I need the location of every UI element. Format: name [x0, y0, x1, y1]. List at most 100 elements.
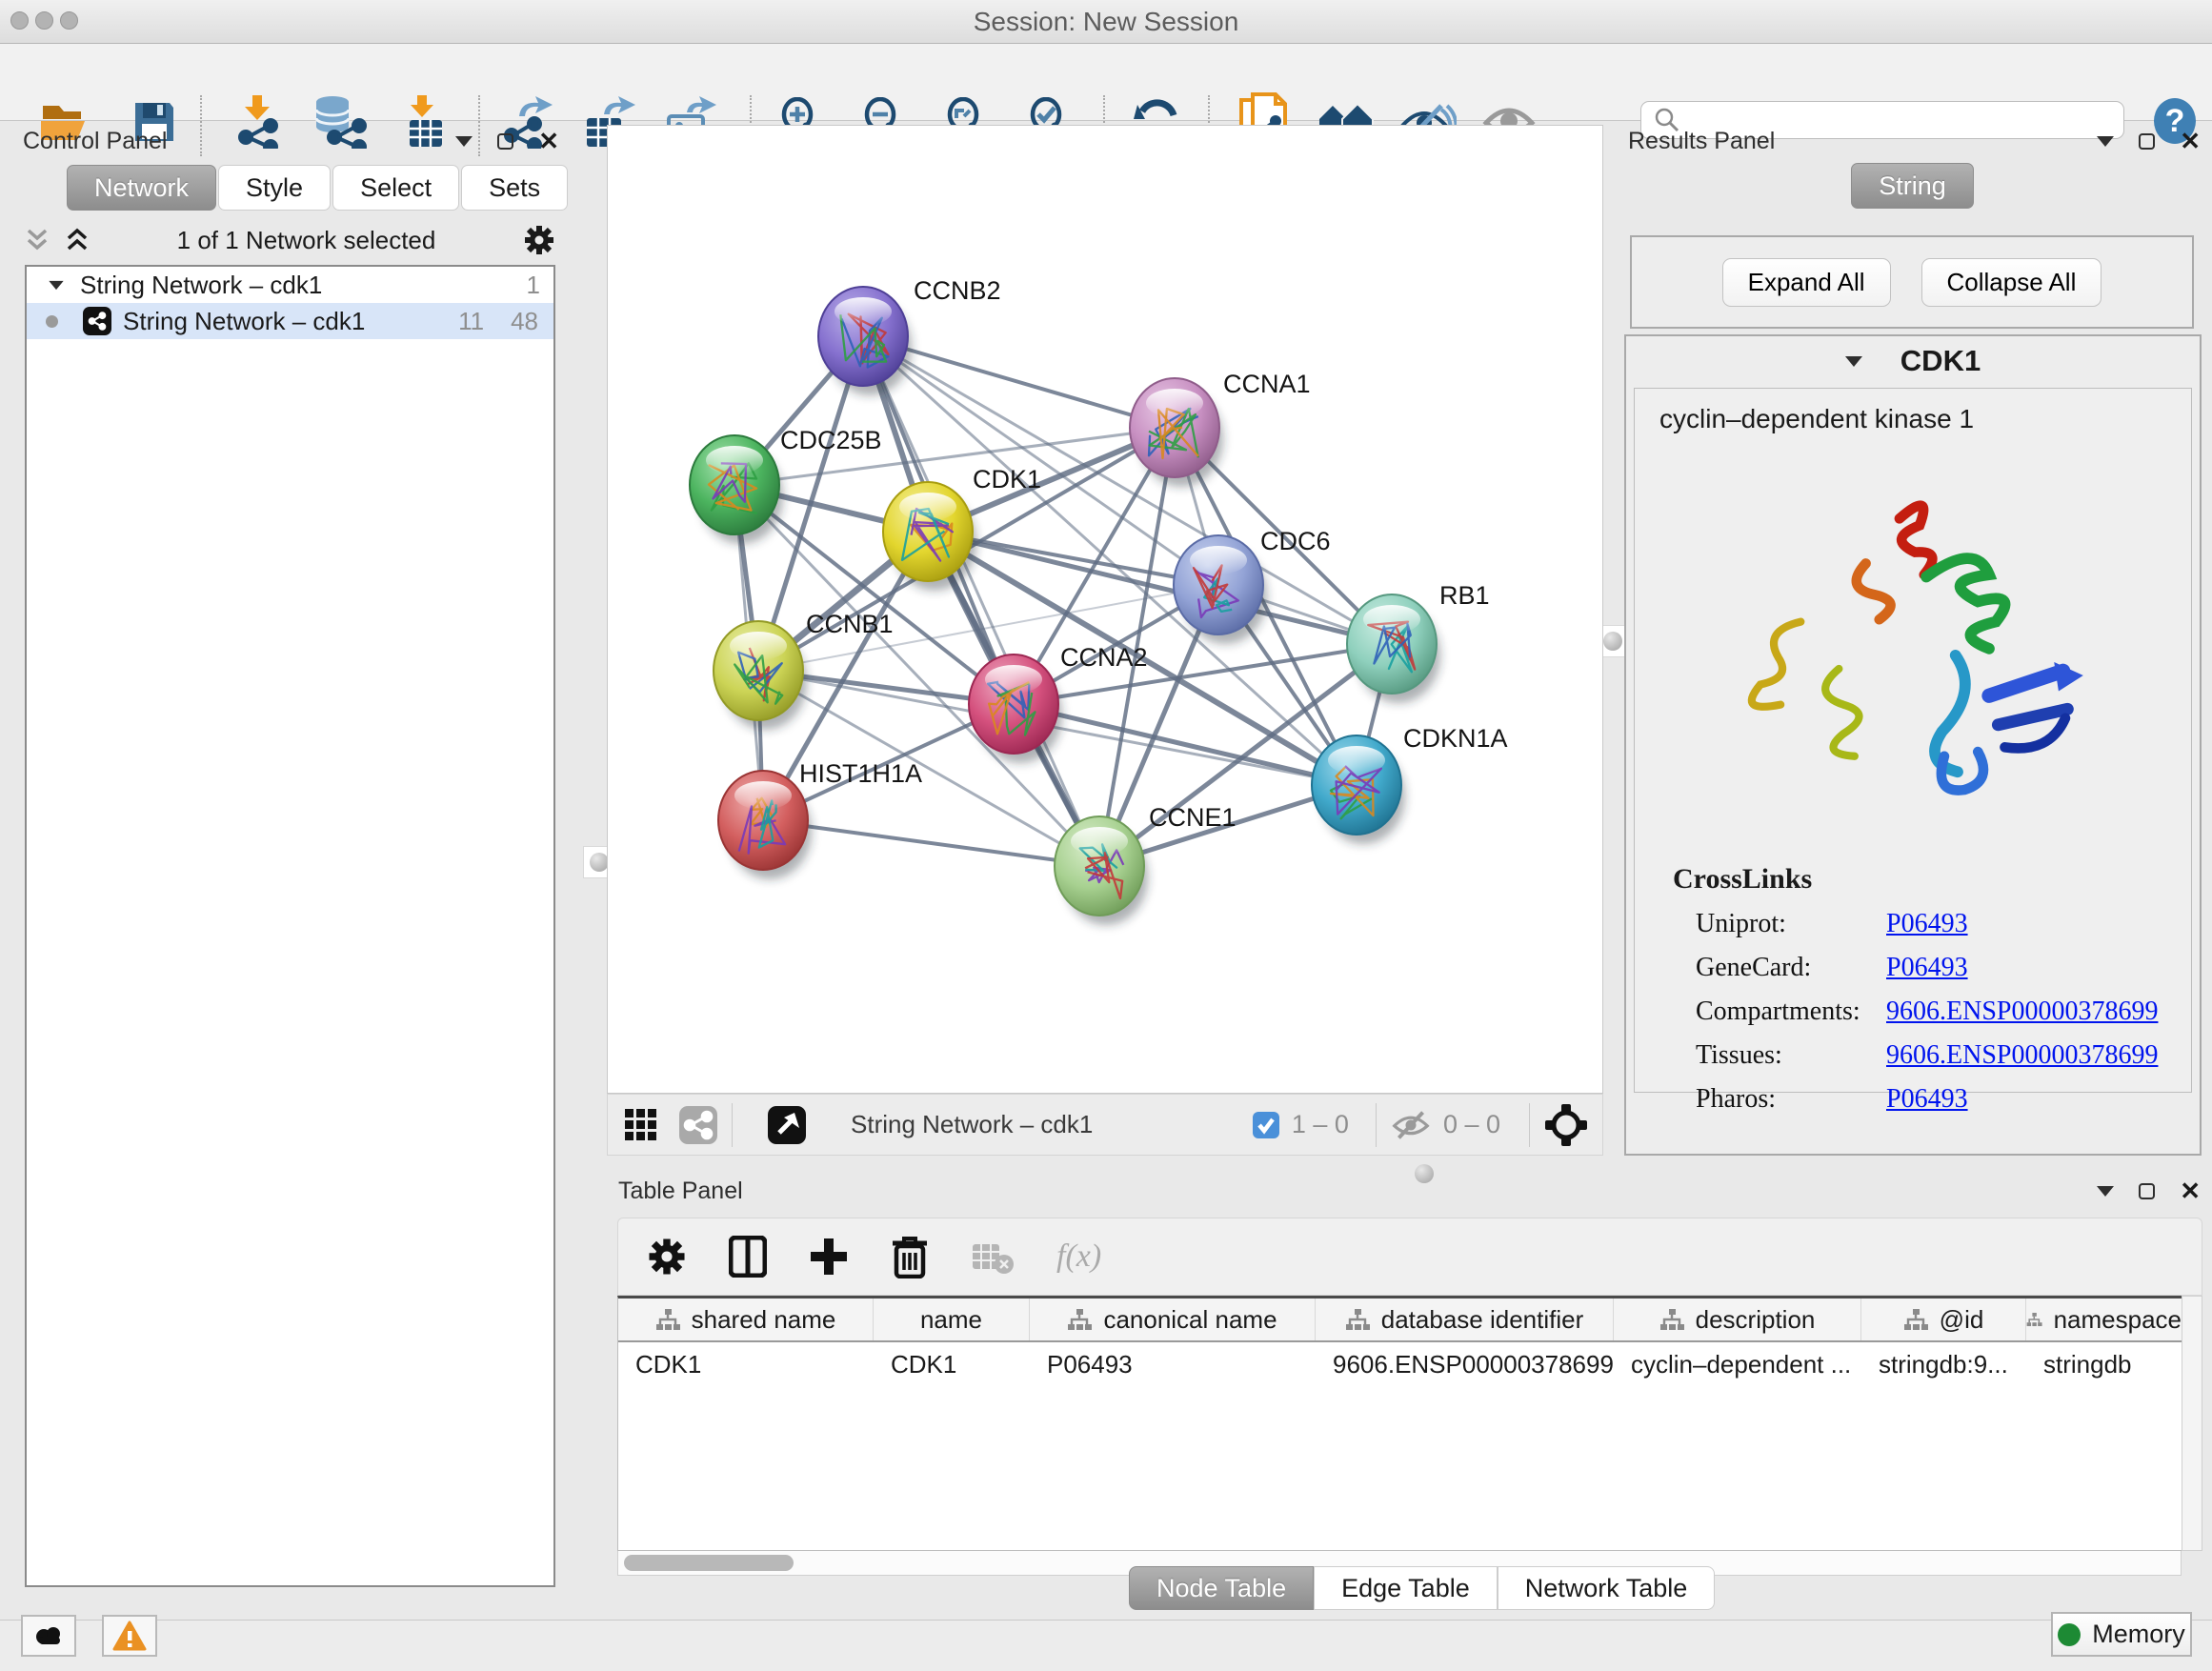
close-panel-icon[interactable]: ✕	[2180, 1183, 2201, 1199]
collapse-all-icon[interactable]	[25, 228, 50, 252]
network-edge-CCNA2-CDKN1A[interactable]	[1014, 704, 1357, 785]
crosslink-link[interactable]: P06493	[1886, 1084, 1968, 1115]
tab-network-table[interactable]: Network Table	[1498, 1566, 1716, 1610]
collapse-all-button[interactable]: Collapse All	[1921, 258, 2102, 307]
table-cell[interactable]: CDK1	[874, 1342, 1030, 1386]
network-edge-HIST1H1A-CCNE1[interactable]	[763, 820, 1099, 866]
tab-style[interactable]: Style	[218, 165, 331, 211]
column-header-shared-name[interactable]: shared name	[618, 1299, 874, 1340]
node-table: shared namenamecanonical namedatabase id…	[617, 1296, 2202, 1551]
column-source-icon	[2026, 1308, 2042, 1331]
column-header-@id[interactable]: @id	[1861, 1299, 2026, 1340]
show-columns-icon[interactable]	[729, 1236, 767, 1278]
tab-select[interactable]: Select	[332, 165, 459, 211]
window-close-button[interactable]	[10, 11, 29, 30]
column-header-name[interactable]: name	[874, 1299, 1030, 1340]
float-panel-icon[interactable]	[497, 133, 513, 150]
float-panel-icon[interactable]	[2139, 1183, 2155, 1199]
selected-checkbox-icon[interactable]	[1252, 1111, 1280, 1139]
table-cell[interactable]: 9606.ENSP00000378699	[1316, 1342, 1614, 1386]
hidden-eye-slash-icon[interactable]	[1390, 1109, 1432, 1141]
table-toolbar: f(x)	[617, 1218, 2202, 1296]
network-view-icon[interactable]	[678, 1105, 718, 1145]
fit-content-crosshair-icon[interactable]	[1543, 1102, 1589, 1148]
network-node-CCNB1[interactable]: CCNB1	[714, 610, 894, 730]
network-label: String Network – cdk1	[123, 307, 365, 336]
string-results-controls: Expand All Collapse All	[1630, 235, 2194, 329]
table-panel: Table Panel ✕	[607, 1174, 2212, 1612]
crosslink-link[interactable]: 9606.ENSP00000378699	[1886, 997, 2158, 1027]
protein-structure-image	[1722, 459, 2103, 840]
close-panel-icon[interactable]: ✕	[538, 133, 559, 150]
tab-node-table[interactable]: Node Table	[1129, 1566, 1314, 1610]
window-zoom-button[interactable]	[60, 11, 78, 30]
table-cell[interactable]: CDK1	[618, 1342, 874, 1386]
collapse-panel-icon[interactable]	[455, 136, 473, 147]
scrollbar-thumb[interactable]	[624, 1555, 794, 1571]
table-cell[interactable]: P06493	[1030, 1342, 1316, 1386]
network-node-RB1[interactable]: RB1	[1347, 581, 1490, 703]
column-source-icon	[655, 1308, 680, 1331]
network-view-title: String Network – cdk1	[851, 1110, 1093, 1139]
node-label-CCNB2: CCNB2	[914, 276, 1001, 305]
protein-collapse-icon[interactable]	[1845, 356, 1862, 367]
open-in-window-icon[interactable]	[767, 1105, 807, 1145]
network-node-CDK1[interactable]: CDK1	[883, 465, 1041, 591]
network-node-CCNA1[interactable]: CCNA1	[1130, 370, 1311, 487]
toolbar-separator	[732, 1103, 733, 1147]
table-cell[interactable]: stringdb	[2026, 1342, 2182, 1386]
column-header-description[interactable]: description	[1614, 1299, 1861, 1340]
crosslink-link[interactable]: P06493	[1886, 953, 1968, 983]
expand-all-icon[interactable]	[65, 228, 90, 252]
close-panel-icon[interactable]: ✕	[2180, 133, 2201, 150]
table-cell[interactable]: stringdb:9...	[1861, 1342, 2026, 1386]
tab-string[interactable]: String	[1851, 163, 1974, 209]
network-node-CCNE1[interactable]: CCNE1	[1055, 803, 1237, 925]
crosslink-label: Compartments:	[1696, 997, 1886, 1027]
table-row[interactable]: CDK1CDK1P064939606.ENSP00000378699cyclin…	[618, 1342, 2202, 1386]
float-panel-icon[interactable]	[2139, 133, 2155, 150]
cloud-status-button[interactable]	[21, 1615, 76, 1657]
network-node-CDKN1A[interactable]: CDKN1A	[1312, 724, 1508, 844]
warning-icon	[112, 1621, 147, 1651]
warnings-button[interactable]	[102, 1615, 157, 1657]
crosslinks-list: Uniprot:P06493GeneCard:P06493Compartment…	[1635, 909, 2191, 1115]
collection-count: 1	[527, 271, 540, 300]
protein-details: cyclin–dependent kinase 1 CrossLinks	[1634, 388, 2192, 1093]
crosslink-link[interactable]: 9606.ENSP00000378699	[1886, 1040, 2158, 1071]
crosslink-link[interactable]: P06493	[1886, 909, 1968, 939]
network-canvas[interactable]: CCNB2CCNA1CDC25BCDK1CDC6RB1CCNB1CCNA2CDK…	[607, 125, 1603, 1094]
crosslink-row: Compartments:9606.ENSP00000378699	[1696, 997, 2191, 1027]
network-node-CDC6[interactable]: CDC6	[1174, 527, 1331, 644]
memory-button[interactable]: Memory	[2051, 1612, 2192, 1657]
node-label-HIST1H1A: HIST1H1A	[799, 759, 922, 788]
delete-column-trash-icon[interactable]	[891, 1235, 929, 1278]
column-header-canonical-name[interactable]: canonical name	[1030, 1299, 1316, 1340]
network-collection-row[interactable]: String Network – cdk1 1	[27, 267, 553, 303]
network-tree: String Network – cdk1 1 String Network –…	[25, 265, 555, 1587]
control-panel: Control Panel ✕ NetworkStyleSelectSets 1…	[11, 124, 569, 1612]
control-panel-tabs: NetworkStyleSelectSets	[67, 165, 569, 211]
tab-edge-table[interactable]: Edge Table	[1314, 1566, 1498, 1610]
create-column-plus-icon[interactable]	[809, 1237, 849, 1277]
network-row-selected[interactable]: String Network – cdk1 11 48	[27, 303, 553, 339]
memory-status-dot-icon	[2058, 1623, 2081, 1646]
tab-network[interactable]: Network	[67, 165, 216, 211]
window-minimize-button[interactable]	[35, 11, 53, 30]
crosslink-label: Uniprot:	[1696, 909, 1886, 939]
table-settings-gear-icon[interactable]	[647, 1237, 687, 1277]
table-vertical-scrollbar[interactable]	[2182, 1296, 2202, 1551]
expand-all-button[interactable]: Expand All	[1722, 258, 1891, 307]
collapse-panel-icon[interactable]	[2097, 1186, 2114, 1197]
collapse-panel-icon[interactable]	[2097, 136, 2114, 147]
network-options-gear-icon[interactable]	[523, 224, 555, 256]
tab-sets[interactable]: Sets	[461, 165, 568, 211]
selected-counter: 1 – 0	[1292, 1110, 1349, 1139]
grid-view-icon[interactable]	[623, 1107, 659, 1143]
tree-expand-icon[interactable]	[49, 280, 63, 289]
column-header-database-identifier[interactable]: database identifier	[1316, 1299, 1614, 1340]
crosslinks-title: CrossLinks	[1673, 863, 2191, 896]
network-node-HIST1H1A[interactable]: HIST1H1A	[718, 759, 922, 879]
table-cell[interactable]: cyclin–dependent ...	[1614, 1342, 1861, 1386]
column-header-namespace[interactable]: namespace	[2026, 1299, 2182, 1340]
